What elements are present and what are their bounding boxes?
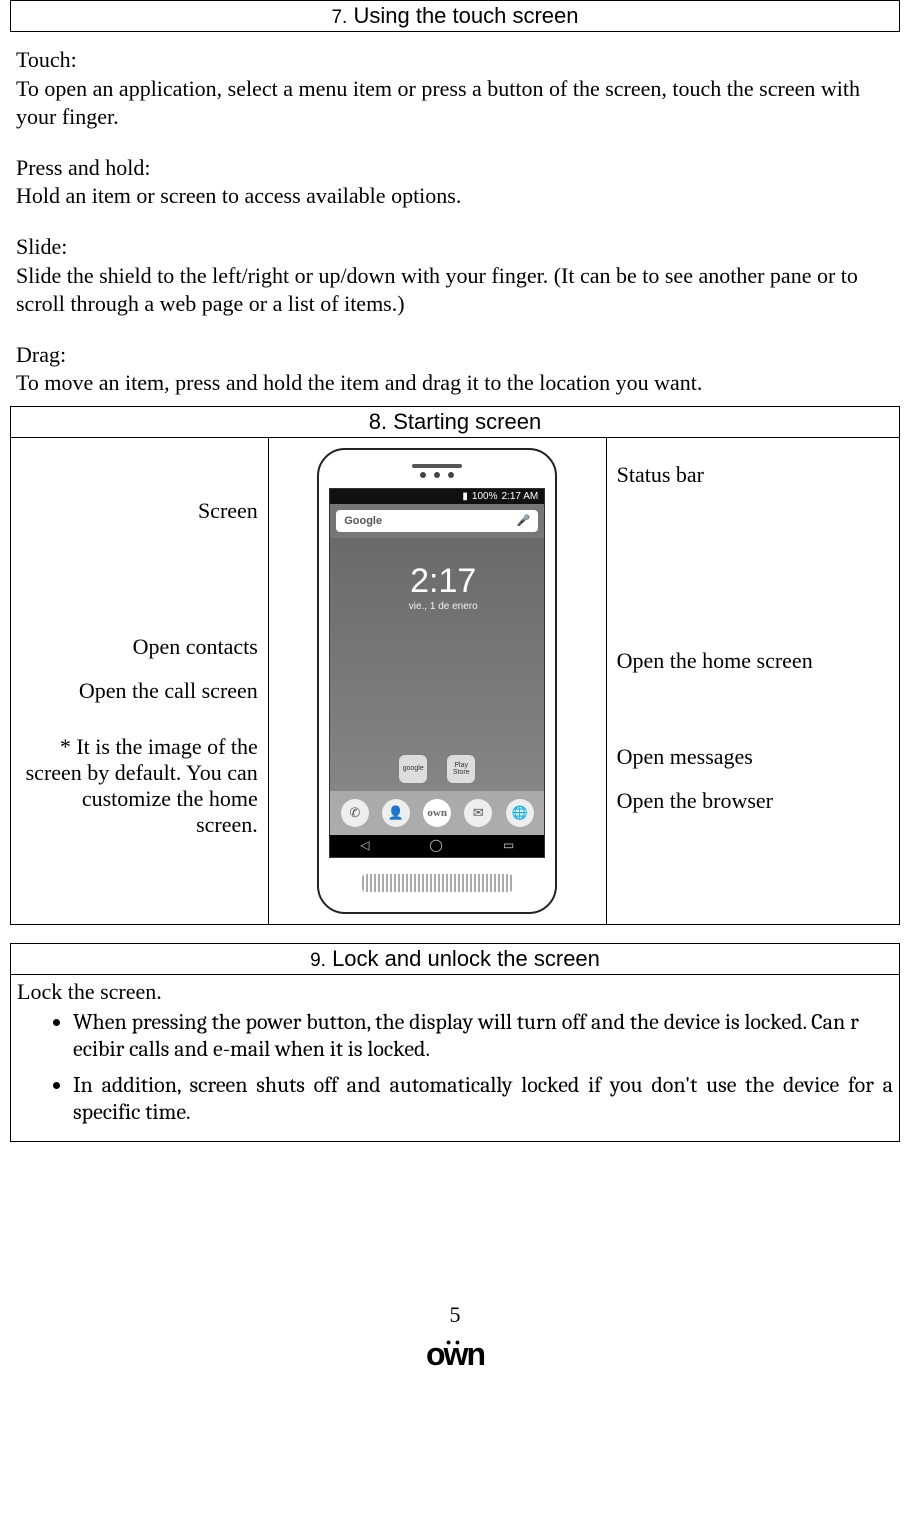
phone-dialer-icon: ✆ <box>341 799 369 827</box>
phone-illustration: ▮ 100% 2:17 AM Google 🎤 2:17 vie., 1 de … <box>317 448 557 914</box>
label-call: Open the call screen <box>21 678 258 704</box>
page-footer: 5 •• own <box>10 1302 900 1373</box>
phone-home-apps-icon: own <box>423 799 451 827</box>
phone-status-bar: ▮ 100% 2:17 AM <box>330 489 544 504</box>
section8-header: 8. Starting screen <box>11 406 900 437</box>
press-text: Hold an item or screen to access availab… <box>16 182 894 211</box>
press-label: Press and hold: <box>16 154 894 183</box>
touch-group: Touch: To open an application, select a … <box>16 46 894 132</box>
section7-title: Using the touch screen <box>353 3 578 28</box>
drag-text: To move an item, press and hold the item… <box>16 369 894 398</box>
phone-app-row: google Play Store <box>330 755 544 783</box>
playstore-icon: Play Store <box>447 755 475 783</box>
phone-speaker-icon <box>362 874 513 892</box>
battery-pct: 100% <box>472 491 498 502</box>
status-time: 2:17 AM <box>502 491 539 502</box>
section8-table: 8. Starting screen Screen Open contacts … <box>10 406 900 925</box>
label-status-bar: Status bar <box>617 462 889 488</box>
section9-header: 9. Lock and unlock the screen <box>11 944 899 975</box>
phone-messages-icon: ✉ <box>464 799 492 827</box>
label-screen: Screen <box>21 498 258 524</box>
touch-label: Touch: <box>16 46 894 75</box>
phone-dock: ✆ 👤 own ✉ 🌐 <box>330 791 544 835</box>
section7-header: 7. Using the touch screen <box>10 0 900 32</box>
search-label: Google <box>344 515 382 527</box>
battery-icon: ▮ <box>462 491 468 502</box>
recent-icon: ▭ <box>503 838 514 853</box>
section9-bullet-1: When pressing the power button, the disp… <box>73 1009 893 1064</box>
home-icon: ◯ <box>429 838 442 853</box>
phone-screen: ▮ 100% 2:17 AM Google 🎤 2:17 vie., 1 de … <box>329 488 545 858</box>
section8-phone-cell: ▮ 100% 2:17 AM Google 🎤 2:17 vie., 1 de … <box>268 437 606 924</box>
label-contacts: Open contacts <box>21 634 258 660</box>
label-home: Open the home screen <box>617 648 889 674</box>
section8-left-cell: Screen Open contacts Open the call scree… <box>11 437 269 924</box>
label-browser: Open the browser <box>617 788 889 814</box>
drag-group: Drag: To move an item, press and hold th… <box>16 341 894 398</box>
section9: 9. Lock and unlock the screen Lock the s… <box>10 943 900 1142</box>
section9-title: Lock and unlock the screen <box>332 946 600 971</box>
phone-browser-icon: 🌐 <box>506 799 534 827</box>
phone-search-bar: Google 🎤 <box>336 510 538 532</box>
slide-group: Slide: Slide the shield to the left/righ… <box>16 233 894 319</box>
touch-text: To open an application, select a menu it… <box>16 75 894 132</box>
phone-earpiece-icon <box>412 464 462 468</box>
phone-clock-widget: 2:17 vie., 1 de enero <box>342 562 544 612</box>
phone-sensors-icon <box>329 472 545 478</box>
slide-label: Slide: <box>16 233 894 262</box>
phone-navbar: ◁ ◯ ▭ <box>330 835 544 857</box>
section9-bullet-list: When pressing the power button, the disp… <box>17 1009 893 1127</box>
google-folder-icon: google <box>399 755 427 783</box>
section8-title: Starting screen <box>393 409 541 434</box>
section9-intro: Lock the screen. <box>17 979 893 1005</box>
phone-contacts-icon: 👤 <box>382 799 410 827</box>
clock-time: 2:17 <box>342 562 544 601</box>
section9-content: Lock the screen. When pressing the power… <box>11 975 899 1141</box>
phone-wallpaper: 2:17 vie., 1 de enero google Play Store … <box>330 538 544 835</box>
label-messages: Open messages <box>617 744 889 770</box>
mic-icon: 🎤 <box>517 514 531 527</box>
page-number: 5 <box>10 1302 900 1328</box>
section7-number: 7. <box>331 7 347 28</box>
logo-text: own <box>426 1336 484 1372</box>
section8-number: 8. <box>369 409 387 434</box>
drag-label: Drag: <box>16 341 894 370</box>
clock-date: vie., 1 de enero <box>342 601 544 612</box>
slide-text: Slide the shield to the left/right or up… <box>16 262 894 319</box>
own-logo: •• own <box>10 1334 900 1373</box>
back-icon: ◁ <box>360 838 369 853</box>
section8-right-cell: Status bar Open the home screen Open mes… <box>606 437 899 924</box>
section7-body: Touch: To open an application, select a … <box>10 38 900 406</box>
section9-bullet-2: In addition, screen shuts off and automa… <box>73 1072 893 1127</box>
section9-number: 9. <box>310 950 326 971</box>
press-group: Press and hold: Hold an item or screen t… <box>16 154 894 211</box>
label-note: * It is the image of the screen by defau… <box>21 734 258 838</box>
